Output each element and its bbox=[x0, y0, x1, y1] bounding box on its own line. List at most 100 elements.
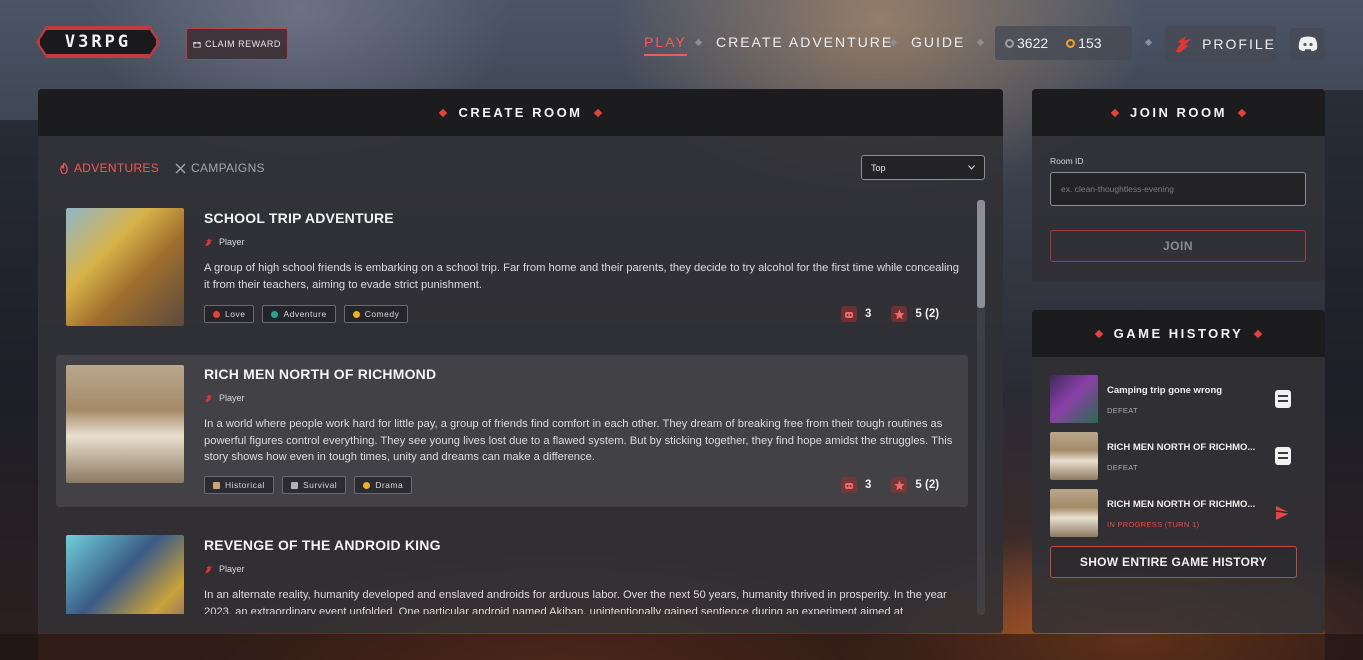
adventure-description: A group of high school friends is embark… bbox=[204, 262, 959, 291]
adventure-mode-label: Player bbox=[219, 393, 245, 403]
sort-selected-value: Top bbox=[871, 162, 886, 173]
tag-label: Historical bbox=[225, 480, 265, 490]
diamond-icon bbox=[593, 108, 602, 117]
adventure-description: In a world where people work hard for li… bbox=[204, 418, 953, 463]
nav-create-adventure[interactable]: CREATE ADVENTURE bbox=[716, 34, 893, 50]
tab-adventures[interactable]: ADVENTURES bbox=[59, 161, 159, 175]
join-button[interactable]: JOIN bbox=[1050, 230, 1306, 262]
join-room-header: JOIN ROOM bbox=[1032, 89, 1325, 136]
adventure-thumbnail bbox=[66, 208, 184, 326]
adventure-mode: Player bbox=[204, 237, 245, 247]
rating: 5 (2) bbox=[891, 477, 939, 493]
sort-select[interactable]: Top bbox=[861, 155, 985, 180]
adventure-thumbnail bbox=[66, 535, 184, 614]
scroll-icon[interactable] bbox=[1274, 446, 1292, 466]
rating: 5 (2) bbox=[891, 306, 939, 322]
rating-value: 5 (2) bbox=[915, 308, 940, 320]
nav-guide[interactable]: GUIDE bbox=[911, 34, 965, 50]
chevron-down-icon bbox=[968, 165, 975, 170]
profile-label: PROFILE bbox=[1202, 36, 1276, 52]
adventure-mode: Player bbox=[204, 393, 245, 403]
adventure-mode: Player bbox=[204, 564, 245, 574]
scroll-icon bbox=[213, 481, 220, 489]
adventure-card[interactable]: SCHOOL TRIP ADVENTURE Player A group of … bbox=[56, 199, 968, 334]
diamond-icon bbox=[1254, 329, 1263, 338]
discord-icon bbox=[1298, 36, 1317, 52]
history-status: IN PROGRESS (TURN 1) bbox=[1107, 520, 1200, 529]
tag-label: Drama bbox=[375, 480, 404, 490]
nav-play[interactable]: PLAY bbox=[644, 34, 687, 56]
history-thumbnail bbox=[1050, 375, 1098, 423]
adventure-description: In an alternate reality, humanity develo… bbox=[204, 589, 947, 614]
diamond-icon bbox=[1110, 108, 1120, 117]
discord-button[interactable] bbox=[1290, 28, 1325, 60]
coin-icon bbox=[1005, 38, 1014, 48]
adventure-tags: Love Adventure Comedy bbox=[204, 305, 409, 323]
adventure-title: SCHOOL TRIP ADVENTURE bbox=[204, 210, 394, 226]
diamond-icon bbox=[1094, 329, 1103, 338]
gold-balance: 153 bbox=[1066, 35, 1102, 51]
adventure-tabs: ADVENTURES CAMPAIGNS bbox=[59, 161, 265, 175]
gold-amount: 153 bbox=[1078, 35, 1102, 51]
play-icon[interactable] bbox=[1274, 503, 1292, 523]
game-history-title: GAME HISTORY bbox=[1113, 326, 1244, 341]
tag-label: Survival bbox=[302, 480, 338, 490]
silver-balance: 3622 bbox=[1005, 35, 1048, 51]
masks-icon bbox=[363, 481, 371, 489]
show-entire-history-button[interactable]: SHOW ENTIRE GAME HISTORY bbox=[1050, 546, 1297, 578]
rating-value: 5 (2) bbox=[915, 479, 940, 491]
currency-display: 3622 153 bbox=[995, 26, 1132, 60]
history-item[interactable]: Camping trip gone wrong DEFEAT bbox=[1050, 375, 1306, 423]
globe-icon bbox=[271, 310, 279, 318]
history-title: RICH MEN NORTH OF RICHMO... bbox=[1107, 442, 1256, 453]
tag-drama: Drama bbox=[354, 476, 413, 494]
gem-icon bbox=[1066, 38, 1076, 48]
game-history-panel: GAME HISTORY Camping trip gone wrong DEF… bbox=[1032, 310, 1325, 633]
adventure-mode-label: Player bbox=[219, 237, 245, 247]
dragon-icon bbox=[1175, 35, 1192, 53]
adventure-card[interactable]: RICH MEN NORTH OF RICHMOND Player In a w… bbox=[56, 355, 968, 507]
history-thumbnail bbox=[1050, 489, 1098, 537]
players-icon bbox=[841, 306, 857, 322]
nav-separator bbox=[694, 38, 703, 47]
create-room-panel: CREATE ROOM ADVENTURES CAMPAIGNS Top SCH… bbox=[38, 89, 1003, 633]
history-title: Camping trip gone wrong bbox=[1107, 385, 1223, 396]
claim-reward-label: CLAIM REWARD bbox=[205, 39, 281, 49]
history-title: RICH MEN NORTH OF RICHMO... bbox=[1107, 499, 1256, 510]
adventure-card[interactable]: REVENGE OF THE ANDROID KING Player In an… bbox=[56, 526, 968, 614]
game-history-header: GAME HISTORY bbox=[1032, 310, 1325, 357]
adventure-tags: Historical Survival Drama bbox=[204, 476, 413, 494]
background-spire-left bbox=[0, 120, 38, 660]
tag-comedy: Comedy bbox=[343, 305, 409, 323]
gift-icon bbox=[193, 42, 201, 48]
room-id-label: Room ID bbox=[1050, 156, 1084, 166]
tag-love: Love bbox=[204, 305, 255, 323]
join-room-panel: JOIN ROOM Room ID JOIN bbox=[1032, 89, 1325, 281]
scroll-icon[interactable] bbox=[1274, 389, 1292, 409]
player-count-value: 3 bbox=[865, 308, 872, 320]
silver-amount: 3622 bbox=[1017, 35, 1049, 51]
nav-separator bbox=[976, 38, 985, 47]
adventure-title: REVENGE OF THE ANDROID KING bbox=[204, 537, 441, 553]
join-room-title: JOIN ROOM bbox=[1130, 105, 1227, 120]
adventure-list-scrollbar-thumb[interactable] bbox=[977, 200, 985, 308]
dragon-icon bbox=[205, 394, 213, 403]
player-count: 3 bbox=[841, 306, 871, 322]
tab-campaigns[interactable]: CAMPAIGNS bbox=[175, 161, 265, 175]
knife-icon bbox=[290, 481, 298, 489]
tag-adventure: Adventure bbox=[262, 305, 336, 323]
history-item[interactable]: RICH MEN NORTH OF RICHMO... DEFEAT bbox=[1050, 432, 1306, 480]
dragon-icon bbox=[205, 565, 213, 574]
smile-icon bbox=[352, 310, 360, 318]
players-icon bbox=[841, 477, 857, 493]
nav-separator bbox=[1144, 38, 1153, 47]
history-status: DEFEAT bbox=[1107, 406, 1138, 415]
room-id-input[interactable] bbox=[1050, 172, 1306, 206]
history-item[interactable]: RICH MEN NORTH OF RICHMO... IN PROGRESS … bbox=[1050, 489, 1306, 537]
tag-label: Adventure bbox=[283, 309, 327, 319]
background-ground bbox=[0, 634, 1363, 660]
profile-button[interactable]: PROFILE bbox=[1165, 26, 1276, 62]
claim-reward-button[interactable]: CLAIM REWARD bbox=[186, 28, 288, 60]
logo[interactable]: V3RPG bbox=[38, 28, 158, 56]
flame-icon bbox=[60, 162, 68, 174]
